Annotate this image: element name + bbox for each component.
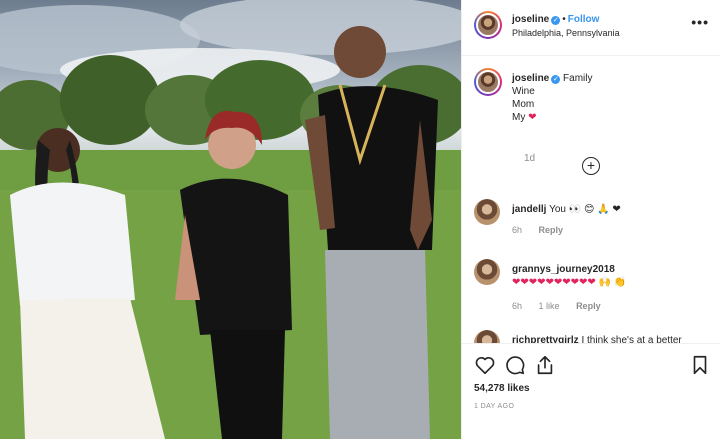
caption-line: Wine	[512, 86, 535, 97]
heart-emoji: ❤	[528, 112, 537, 123]
comment-time: 6h	[512, 301, 523, 311]
commenter-avatar[interactable]	[474, 330, 500, 343]
likes-count[interactable]: 54,278 likes	[474, 383, 530, 394]
comment-text: ❤❤❤❤❤❤❤❤❤❤ 🙌 👏	[512, 277, 627, 288]
author-username[interactable]: joseline	[512, 14, 549, 25]
caption-username[interactable]: joseline	[512, 73, 549, 84]
comments-list[interactable]: joseline ✓ Family Wine Mom My ❤ 1d + jand…	[462, 56, 720, 343]
load-more-comments-icon[interactable]: +	[582, 157, 600, 175]
author-avatar[interactable]	[474, 11, 502, 39]
commenter-username[interactable]: grannys_journey2018	[512, 264, 615, 275]
post-location[interactable]: Philadelphia, Pennsylvania	[512, 28, 620, 38]
caption-time: 1d	[524, 153, 536, 164]
reply-button[interactable]: Reply	[576, 301, 601, 311]
commenter-username[interactable]: jandellj	[512, 204, 546, 215]
commenter-avatar[interactable]	[474, 259, 500, 285]
commenter-avatar[interactable]	[474, 199, 500, 225]
verified-badge-icon: ✓	[551, 75, 561, 84]
caption-line: My	[512, 112, 526, 123]
post-details-panel: joseline ✓ • Follow Philadelphia, Pennsylva…	[461, 0, 720, 439]
heart-outline-icon[interactable]	[474, 354, 496, 376]
post-header: joseline ✓ • Follow Philadelphia, Pennsylva…	[462, 0, 720, 56]
verified-badge-icon: ✓	[551, 16, 561, 25]
bookmark-icon[interactable]	[689, 354, 711, 376]
comment-time: 6h	[512, 225, 523, 235]
caption-line: Family	[563, 73, 593, 84]
share-icon[interactable]	[534, 354, 556, 376]
reply-button[interactable]: Reply	[539, 225, 564, 235]
comment-text: You 👀 😊 🙏 ❤	[549, 204, 621, 215]
post-actions: 54,278 likes 1 DAY AGO	[462, 343, 720, 439]
post-timestamp: 1 DAY AGO	[474, 403, 515, 410]
follow-button[interactable]: Follow	[568, 14, 600, 25]
photo-illustration	[0, 0, 461, 439]
comment-icon[interactable]	[504, 354, 526, 376]
post-photo[interactable]	[0, 0, 461, 439]
comment-likes[interactable]: 1 like	[539, 301, 560, 311]
commenter-username[interactable]: richprettygirlz	[512, 335, 579, 343]
caption-line: Mom	[512, 99, 535, 110]
more-options-icon[interactable]: •••	[691, 14, 709, 30]
caption-avatar[interactable]	[474, 68, 502, 96]
comment-text: I think she's at a better	[581, 335, 682, 343]
